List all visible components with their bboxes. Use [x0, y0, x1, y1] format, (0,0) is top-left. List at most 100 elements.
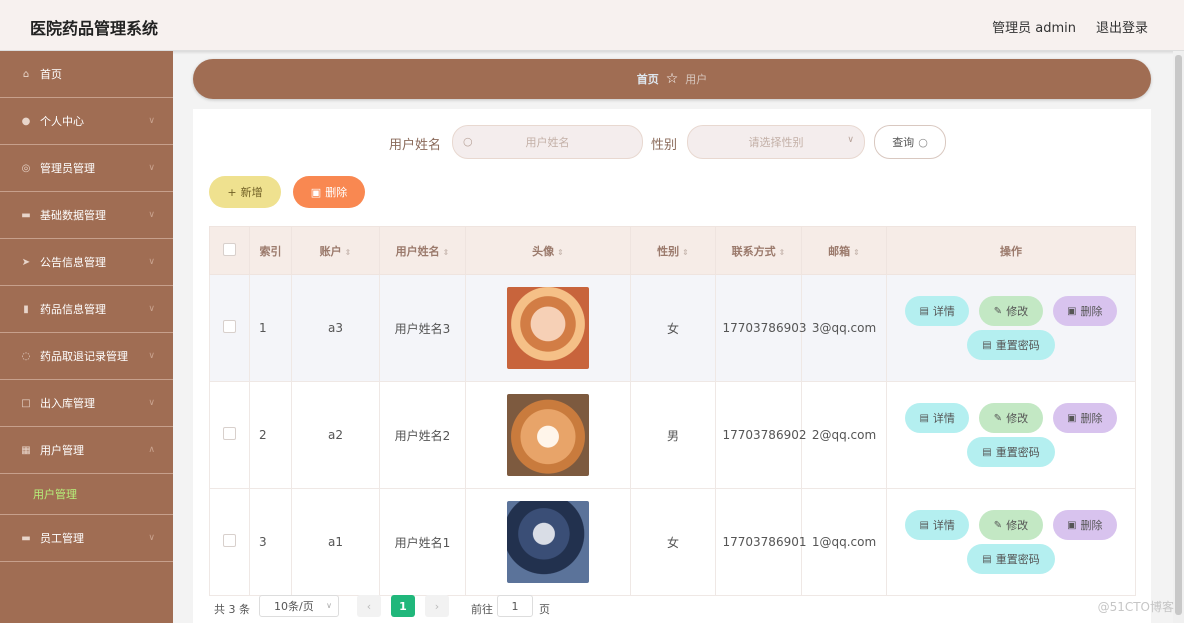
- gender-select[interactable]: 请选择性别 ∨: [687, 125, 865, 159]
- document-icon: ▤: [919, 519, 929, 531]
- delete-button[interactable]: ▣ 删除: [1052, 403, 1117, 433]
- sidebar-item-label: 个人中心: [40, 115, 84, 128]
- goto-page-input[interactable]: 1: [497, 595, 533, 617]
- row-checkbox[interactable]: [223, 427, 236, 440]
- avatar[interactable]: [507, 394, 589, 476]
- column-header-account[interactable]: 账户 ⇕: [291, 226, 380, 275]
- cell-gender: 女: [630, 488, 716, 596]
- add-button[interactable]: + 新增: [209, 176, 281, 208]
- data-icon: ▬: [21, 209, 31, 221]
- delete-button[interactable]: ▣ 删除: [1052, 296, 1117, 326]
- detail-button[interactable]: ▤ 详情: [905, 403, 970, 433]
- avatar[interactable]: [507, 287, 589, 369]
- table-row: 1 a3 用户姓名3 女 17703786903 3@qq.com ▤ 详情 ✎ 修…: [209, 274, 1136, 382]
- column-header-email[interactable]: 邮箱 ⇕: [801, 226, 887, 275]
- detail-label: 详情: [932, 305, 955, 318]
- sort-icon[interactable]: ⇕: [345, 248, 352, 257]
- detail-button[interactable]: ▤ 详情: [905, 510, 970, 540]
- sort-icon[interactable]: ⇕: [853, 248, 860, 257]
- select-all-checkbox[interactable]: [223, 242, 236, 256]
- cell-actions: ▤ 详情 ✎ 修改 ▣ 删除 ▤ 重置密码: [886, 274, 1136, 382]
- detail-button[interactable]: ▤ 详情: [905, 296, 970, 326]
- sidebar-item-inventory[interactable]: □ 出入库管理 ∨: [0, 380, 173, 427]
- query-label: 查询: [892, 136, 915, 149]
- sidebar-item-drug-info[interactable]: ▮ 药品信息管理 ∨: [0, 286, 173, 333]
- user-icon: ●: [21, 115, 31, 127]
- sidebar-item-drug-records[interactable]: ◌ 药品取退记录管理 ∨: [0, 333, 173, 380]
- cell-name: 用户姓名3: [379, 274, 466, 382]
- submenu-user-management[interactable]: 用户管理: [0, 474, 173, 515]
- sidebar-item-label: 药品取退记录管理: [40, 350, 128, 363]
- scrollbar-thumb[interactable]: [1175, 55, 1182, 615]
- sidebar-item-notice[interactable]: ➤ 公告信息管理 ∨: [0, 239, 173, 286]
- next-page-button[interactable]: ›: [425, 595, 449, 617]
- page-size-select[interactable]: 10条/页 ∨: [259, 595, 339, 617]
- sort-icon[interactable]: ⇕: [682, 248, 689, 257]
- column-header-phone[interactable]: 联系方式 ⇕: [715, 226, 802, 275]
- sidebar-item-base-data[interactable]: ▬ 基础数据管理 ∨: [0, 192, 173, 239]
- header-label: 操作: [1000, 244, 1022, 258]
- column-header-actions: 操作: [886, 226, 1136, 275]
- sidebar-item-personal-center[interactable]: ● 个人中心 ∨: [0, 98, 173, 145]
- select-all-cell: [209, 226, 250, 275]
- edit-button[interactable]: ✎ 修改: [979, 510, 1043, 540]
- document-icon: ▤: [982, 339, 992, 351]
- name-search-input[interactable]: ○ 用户姓名: [452, 125, 643, 159]
- cell-avatar: [465, 274, 631, 382]
- main-content: 首页 ☆ 用户 用户姓名 ○ 用户姓名 性别 请选择性别 ∨ 查询 ○ + 新增: [173, 51, 1173, 623]
- pencil-icon: ✎: [993, 305, 1003, 317]
- reset-password-button[interactable]: ▤ 重置密码: [967, 544, 1055, 574]
- detail-label: 详情: [932, 519, 955, 532]
- briefcase-icon: ▬: [21, 532, 31, 544]
- logout-link[interactable]: 退出登录: [1096, 17, 1148, 36]
- row-checkbox[interactable]: [223, 320, 236, 333]
- cell-actions: ▤ 详情 ✎ 修改 ▣ 删除 ▤ 重置密码: [886, 381, 1136, 489]
- pencil-icon: ✎: [993, 519, 1003, 531]
- sort-icon[interactable]: ⇕: [557, 248, 564, 257]
- cell-account: a2: [291, 381, 380, 489]
- sidebar-item-label: 药品信息管理: [40, 303, 106, 316]
- delete-label: 删除: [325, 186, 348, 199]
- cell-phone: 17703786903: [715, 274, 807, 382]
- cell-account: a1: [291, 488, 380, 596]
- reset-label: 重置密码: [995, 553, 1040, 566]
- row-select-cell: [209, 488, 250, 596]
- sidebar-item-home[interactable]: ⌂ 首页: [0, 51, 173, 98]
- chevron-down-icon: ∨: [148, 257, 155, 267]
- table-row: 2 a2 用户姓名2 男 17703786902 2@qq.com ▤ 详情 ✎ 修…: [209, 381, 1136, 489]
- name-label: 用户姓名: [389, 138, 442, 153]
- cell-index: 2: [249, 381, 292, 489]
- sort-icon[interactable]: ⇕: [779, 248, 786, 257]
- sidebar-item-user-management[interactable]: ▦ 用户管理 ∧: [0, 427, 173, 474]
- chevron-down-icon: ∨: [148, 210, 155, 220]
- page-number-current[interactable]: 1: [391, 595, 415, 617]
- sort-icon[interactable]: ⇕: [443, 248, 450, 257]
- sidebar-item-admin-management[interactable]: ◎ 管理员管理 ∨: [0, 145, 173, 192]
- reset-password-button[interactable]: ▤ 重置密码: [967, 330, 1055, 360]
- sidebar-item-staff[interactable]: ▬ 员工管理 ∨: [0, 515, 173, 562]
- prev-page-button[interactable]: ‹: [357, 595, 381, 617]
- avatar[interactable]: [507, 501, 589, 583]
- watermark: @51CTO博客: [1097, 600, 1174, 614]
- reset-password-button[interactable]: ▤ 重置密码: [967, 437, 1055, 467]
- bulk-delete-button[interactable]: ▣ 删除: [293, 176, 365, 208]
- app-title: 医院药品管理系统: [30, 19, 159, 38]
- name-placeholder: 用户姓名: [525, 136, 570, 149]
- breadcrumb-home[interactable]: 首页: [637, 71, 659, 87]
- edit-button[interactable]: ✎ 修改: [979, 296, 1043, 326]
- column-header-avatar[interactable]: 头像 ⇕: [465, 226, 631, 275]
- column-header-index: 索引: [249, 226, 292, 275]
- column-header-gender[interactable]: 性别 ⇕: [630, 226, 716, 275]
- row-checkbox[interactable]: [223, 534, 236, 547]
- phone-text: 17703786903: [722, 321, 807, 335]
- query-button[interactable]: 查询 ○: [874, 125, 946, 159]
- delete-button[interactable]: ▣ 删除: [1052, 510, 1117, 540]
- search-icon: ○: [463, 135, 473, 148]
- column-header-name[interactable]: 用户姓名 ⇕: [379, 226, 466, 275]
- cell-index: 1: [249, 274, 292, 382]
- page-suffix-label: 页: [539, 603, 550, 616]
- page-scrollbar[interactable]: [1173, 51, 1184, 623]
- cell-actions: ▤ 详情 ✎ 修改 ▣ 删除 ▤ 重置密码: [886, 488, 1136, 596]
- edit-button[interactable]: ✎ 修改: [979, 403, 1043, 433]
- document-icon: ▤: [982, 553, 992, 565]
